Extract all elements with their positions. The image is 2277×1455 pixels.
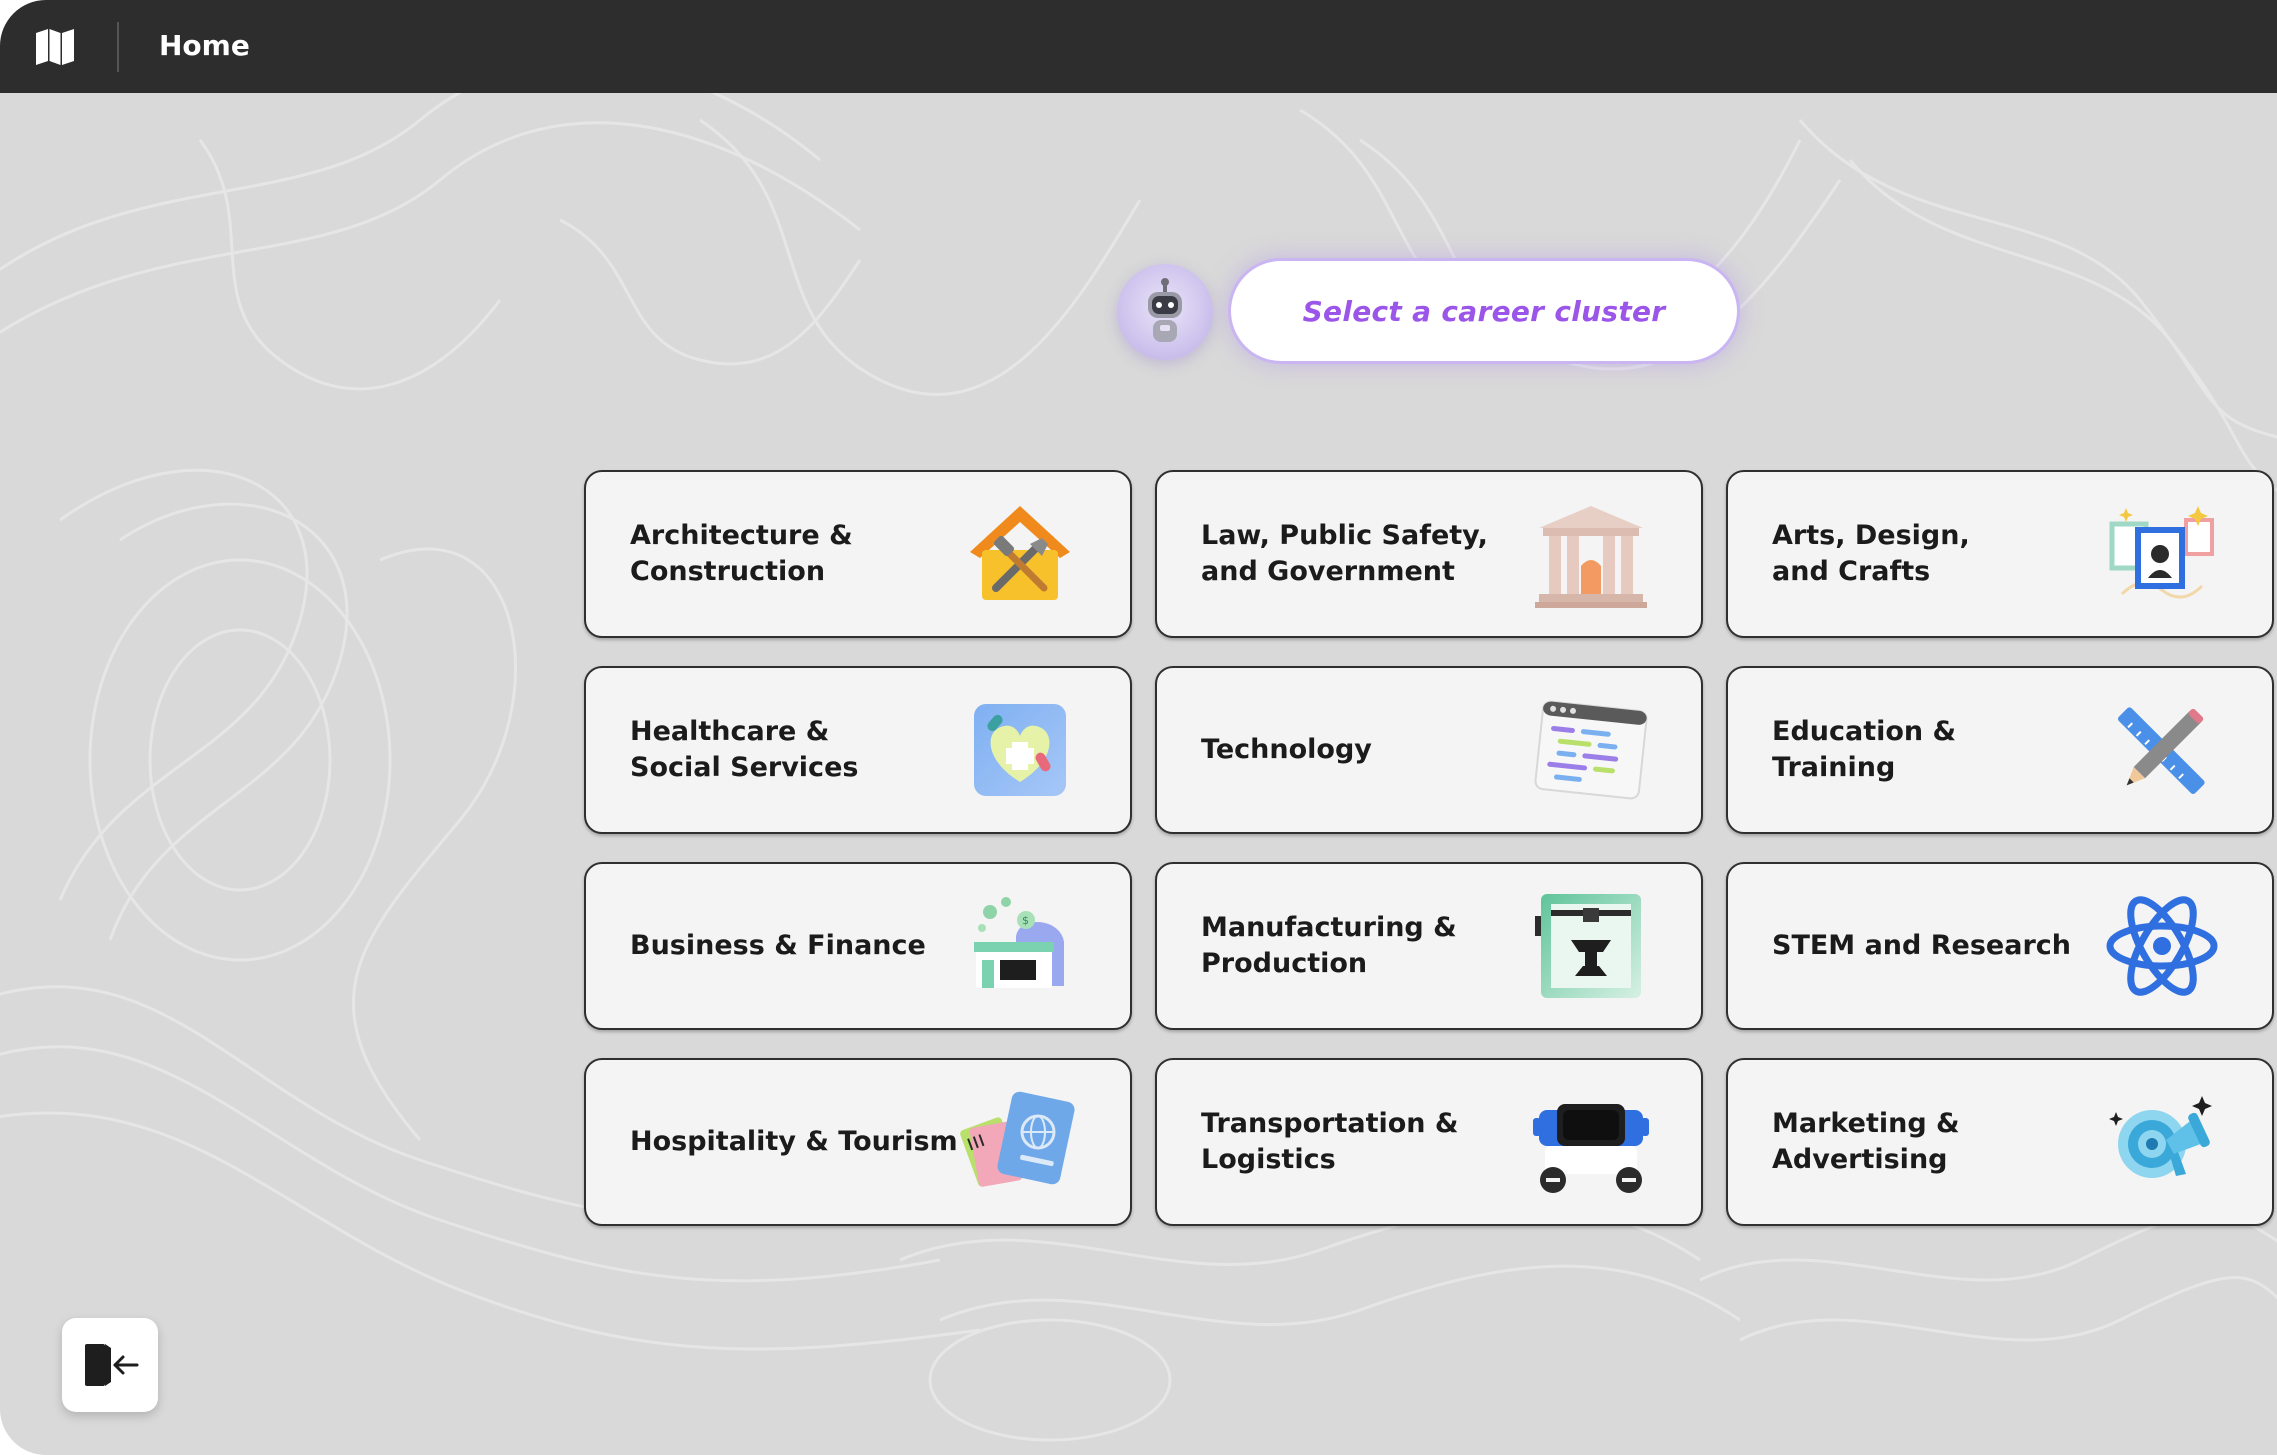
cluster-label: Transportation & Logistics (1201, 1108, 1459, 1175)
cluster-label: Law, Public Safety, and Government (1201, 520, 1488, 587)
exit-button[interactable] (62, 1318, 158, 1412)
cluster-card-hospitality-tourism[interactable]: Hospitality & Tourism (584, 1058, 1132, 1226)
top-bar: Home (0, 0, 2277, 93)
cluster-card-law-public-safety-government[interactable]: Law, Public Safety, and Government (1155, 470, 1703, 638)
picture-frames-icon (2102, 494, 2222, 614)
courthouse-icon (1531, 494, 1651, 614)
cluster-card-architecture-construction[interactable]: Architecture & Construction (584, 470, 1132, 638)
cluster-label: Manufacturing & Production (1201, 912, 1457, 979)
storefront-coins-icon: $ (960, 886, 1080, 1006)
cluster-label: Technology (1201, 734, 1372, 765)
cluster-card-arts-design-crafts[interactable]: Arts, Design, and Crafts (1726, 470, 2274, 638)
cluster-card-manufacturing-production[interactable]: Manufacturing & Production (1155, 862, 1703, 1030)
robot-avatar-icon (1117, 264, 1213, 360)
cluster-label: Arts, Design, and Crafts (1772, 520, 1970, 587)
cluster-label: Architecture & Construction (630, 520, 853, 587)
exit-door-icon (85, 1344, 139, 1386)
cluster-card-education-training[interactable]: Education & Training (1726, 666, 2274, 834)
app-window: Home Select a career cluster Architectur… (0, 0, 2277, 1455)
atom-icon (2102, 886, 2222, 1006)
svg-text:$: $ (1022, 914, 1029, 927)
topbar-divider (117, 22, 119, 72)
cluster-card-transportation-logistics[interactable]: Transportation & Logistics (1155, 1058, 1703, 1226)
cluster-label: Hospitality & Tourism (630, 1126, 958, 1157)
cluster-card-stem-research[interactable]: STEM and Research (1726, 862, 2274, 1030)
cluster-label: Business & Finance (630, 930, 926, 961)
passport-tickets-icon (960, 1082, 1080, 1202)
house-tools-icon (960, 494, 1080, 614)
3d-printer-icon (1531, 886, 1651, 1006)
cluster-card-business-finance[interactable]: Business & Finance $ (584, 862, 1132, 1030)
cluster-label: Marketing & Advertising (1772, 1108, 1960, 1175)
cluster-card-marketing-advertising[interactable]: Marketing & Advertising (1726, 1058, 2274, 1226)
bus-icon (1531, 1082, 1651, 1202)
career-cluster-prompt: Select a career cluster (1228, 258, 1740, 364)
cluster-card-healthcare-social-services[interactable]: Healthcare & Social Services (584, 666, 1132, 834)
megaphone-target-icon (2102, 1082, 2222, 1202)
cluster-label: Healthcare & Social Services (630, 716, 859, 783)
heart-cross-icon (960, 690, 1080, 810)
cluster-label: Education & Training (1772, 716, 1957, 783)
cluster-label: STEM and Research (1772, 930, 2071, 961)
ruler-pencil-icon (2102, 690, 2222, 810)
page-title: Home (159, 29, 250, 62)
prompt-text: Select a career cluster (1302, 294, 1666, 328)
map-button[interactable] (30, 23, 80, 71)
cluster-card-technology[interactable]: Technology (1155, 666, 1703, 834)
map-icon (36, 29, 74, 65)
code-window-icon (1531, 690, 1651, 810)
